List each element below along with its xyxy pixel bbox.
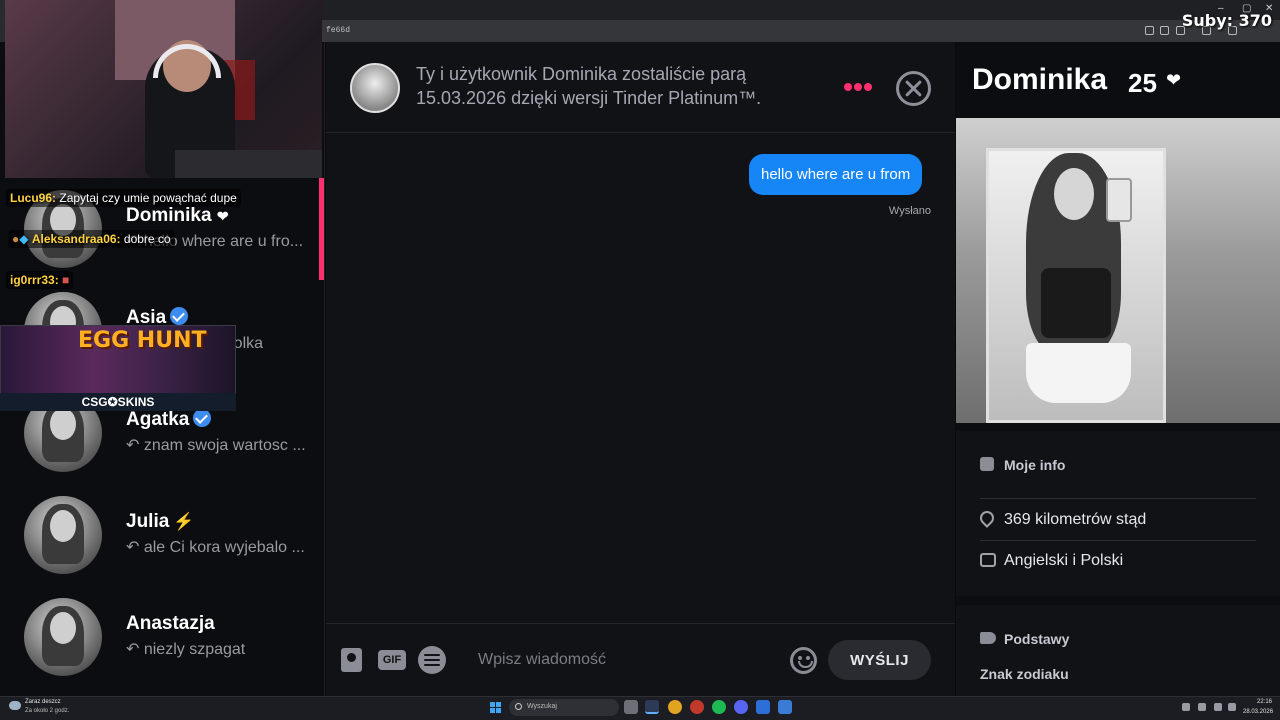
photos-icon[interactable]: [756, 700, 770, 714]
gif-button[interactable]: GIF: [378, 650, 406, 670]
match-name: Julia ⚡: [126, 511, 195, 532]
app-icon[interactable]: [778, 700, 792, 714]
avatar: [24, 496, 102, 574]
stream-chat-message: Lucu96: Zapytaj czy umie powąchać dupe: [6, 189, 241, 207]
heart-icon: ❤: [1166, 70, 1182, 90]
weather-cloud-icon[interactable]: [9, 701, 21, 710]
close-conversation-icon[interactable]: [896, 71, 931, 106]
avatar: [24, 598, 102, 676]
match-notice: Ty i użytkownik Dominika zostaliście par…: [416, 64, 762, 108]
app-icon[interactable]: [690, 700, 704, 714]
match-preview: ↶ znam swoja wartosc ...: [126, 437, 306, 454]
url-text[interactable]: fe66d: [326, 26, 350, 35]
stream-chat-message: ●◆ Aleksandraa06: dobre co: [8, 230, 175, 248]
verified-icon: [193, 409, 212, 427]
contact-card-icon[interactable]: [341, 648, 362, 672]
verified-icon: [170, 307, 189, 325]
divider: [980, 498, 1256, 499]
search-placeholder[interactable]: Wyszukaj: [527, 703, 557, 710]
match-name: Dominika ❤: [126, 205, 229, 226]
network-icon[interactable]: [1214, 703, 1222, 711]
languages-text: Angielski i Polski: [1004, 552, 1124, 569]
windows-start-icon[interactable]: [490, 702, 502, 714]
clock-time[interactable]: 22:16: [1257, 699, 1272, 705]
spotify-taskbar-icon[interactable]: [712, 700, 726, 714]
tray-chevron-icon[interactable]: [1182, 703, 1190, 711]
conversation-pane: [326, 42, 955, 696]
message-bubble[interactable]: hello where are u from: [749, 154, 923, 195]
chat-user: Lucu96:: [10, 191, 57, 205]
address-bar[interactable]: [322, 20, 1280, 42]
discord-icon[interactable]: [734, 700, 748, 714]
zoom-icon[interactable]: [1145, 26, 1154, 35]
heart-icon: ❤: [216, 208, 229, 224]
send-button[interactable]: WYŚLIJ: [828, 640, 931, 680]
match-avatar[interactable]: [350, 63, 400, 113]
message-input[interactable]: [466, 641, 776, 679]
search-icon: [515, 703, 522, 710]
message-status: Wysłano: [888, 205, 931, 217]
clock-date[interactable]: 28.03.2026: [1243, 709, 1273, 715]
profile-info-icon: [980, 457, 994, 471]
profile-age: 25: [1128, 68, 1157, 98]
match-item-anastazja[interactable]: Anastazja ↶ niezly szpagat: [0, 586, 322, 686]
chat-user: Aleksandraa06:: [31, 232, 121, 246]
emoji-icon[interactable]: [790, 647, 817, 674]
match-name: Agatka: [126, 409, 212, 431]
chrome-icon[interactable]: [668, 700, 682, 714]
match-item-julia[interactable]: Julia ⚡ ↶ ale Ci kora wyjebalo ...: [0, 484, 322, 584]
language-icon: [980, 553, 996, 567]
weather-detail[interactable]: Za około 2 godz.: [25, 708, 69, 714]
basics-title: Podstawy: [1004, 631, 1070, 647]
more-options-icon[interactable]: [844, 78, 874, 96]
match-preview: ↶ ale Ci kora wyjebalo ...: [126, 539, 305, 556]
subs-counter: Suby: 370: [1181, 11, 1272, 30]
match-preview: ↶ niezly szpagat: [126, 641, 246, 658]
chat-text: dobre co: [123, 232, 171, 246]
webcam-overlay: [5, 0, 322, 178]
chat-user: ig0rrr33:: [10, 273, 59, 287]
match-name: Anastazja: [126, 613, 215, 634]
steam-icon[interactable]: [645, 700, 659, 714]
translate-icon[interactable]: [1160, 26, 1169, 35]
task-view-icon[interactable]: [624, 700, 638, 714]
divider: [980, 540, 1256, 541]
tag-icon: [980, 632, 996, 644]
spotify-icon[interactable]: [418, 646, 446, 674]
profile-photo[interactable]: [956, 118, 1280, 423]
tab-strip: [322, 0, 1280, 20]
diamond-icon: ◆: [19, 232, 29, 246]
taskbar: [0, 696, 1280, 720]
stream-chat-message: ig0rrr33: ■: [6, 271, 74, 289]
sponsor-title: EGG HUNT: [78, 328, 207, 353]
boost-icon: ⚡: [173, 512, 195, 531]
chat-text: Zapytaj czy umie powąchać dupe: [59, 191, 237, 205]
info-title: Moje info: [1004, 457, 1066, 473]
emote-icon: ■: [62, 273, 70, 287]
sponsor-label: CSG✪SKINS: [81, 395, 155, 409]
volume-icon[interactable]: [1228, 703, 1236, 711]
distance-text: 369 kilometrów stąd: [1004, 511, 1147, 528]
microphone-icon[interactable]: [1198, 703, 1206, 711]
basics-card: [956, 605, 1280, 696]
profile-name: Dominika: [972, 63, 1108, 96]
weather-headline[interactable]: Zaraz deszcz: [25, 699, 61, 705]
zodiac-label: Znak zodiaku: [980, 666, 1069, 682]
taskbar-search[interactable]: [509, 699, 619, 716]
